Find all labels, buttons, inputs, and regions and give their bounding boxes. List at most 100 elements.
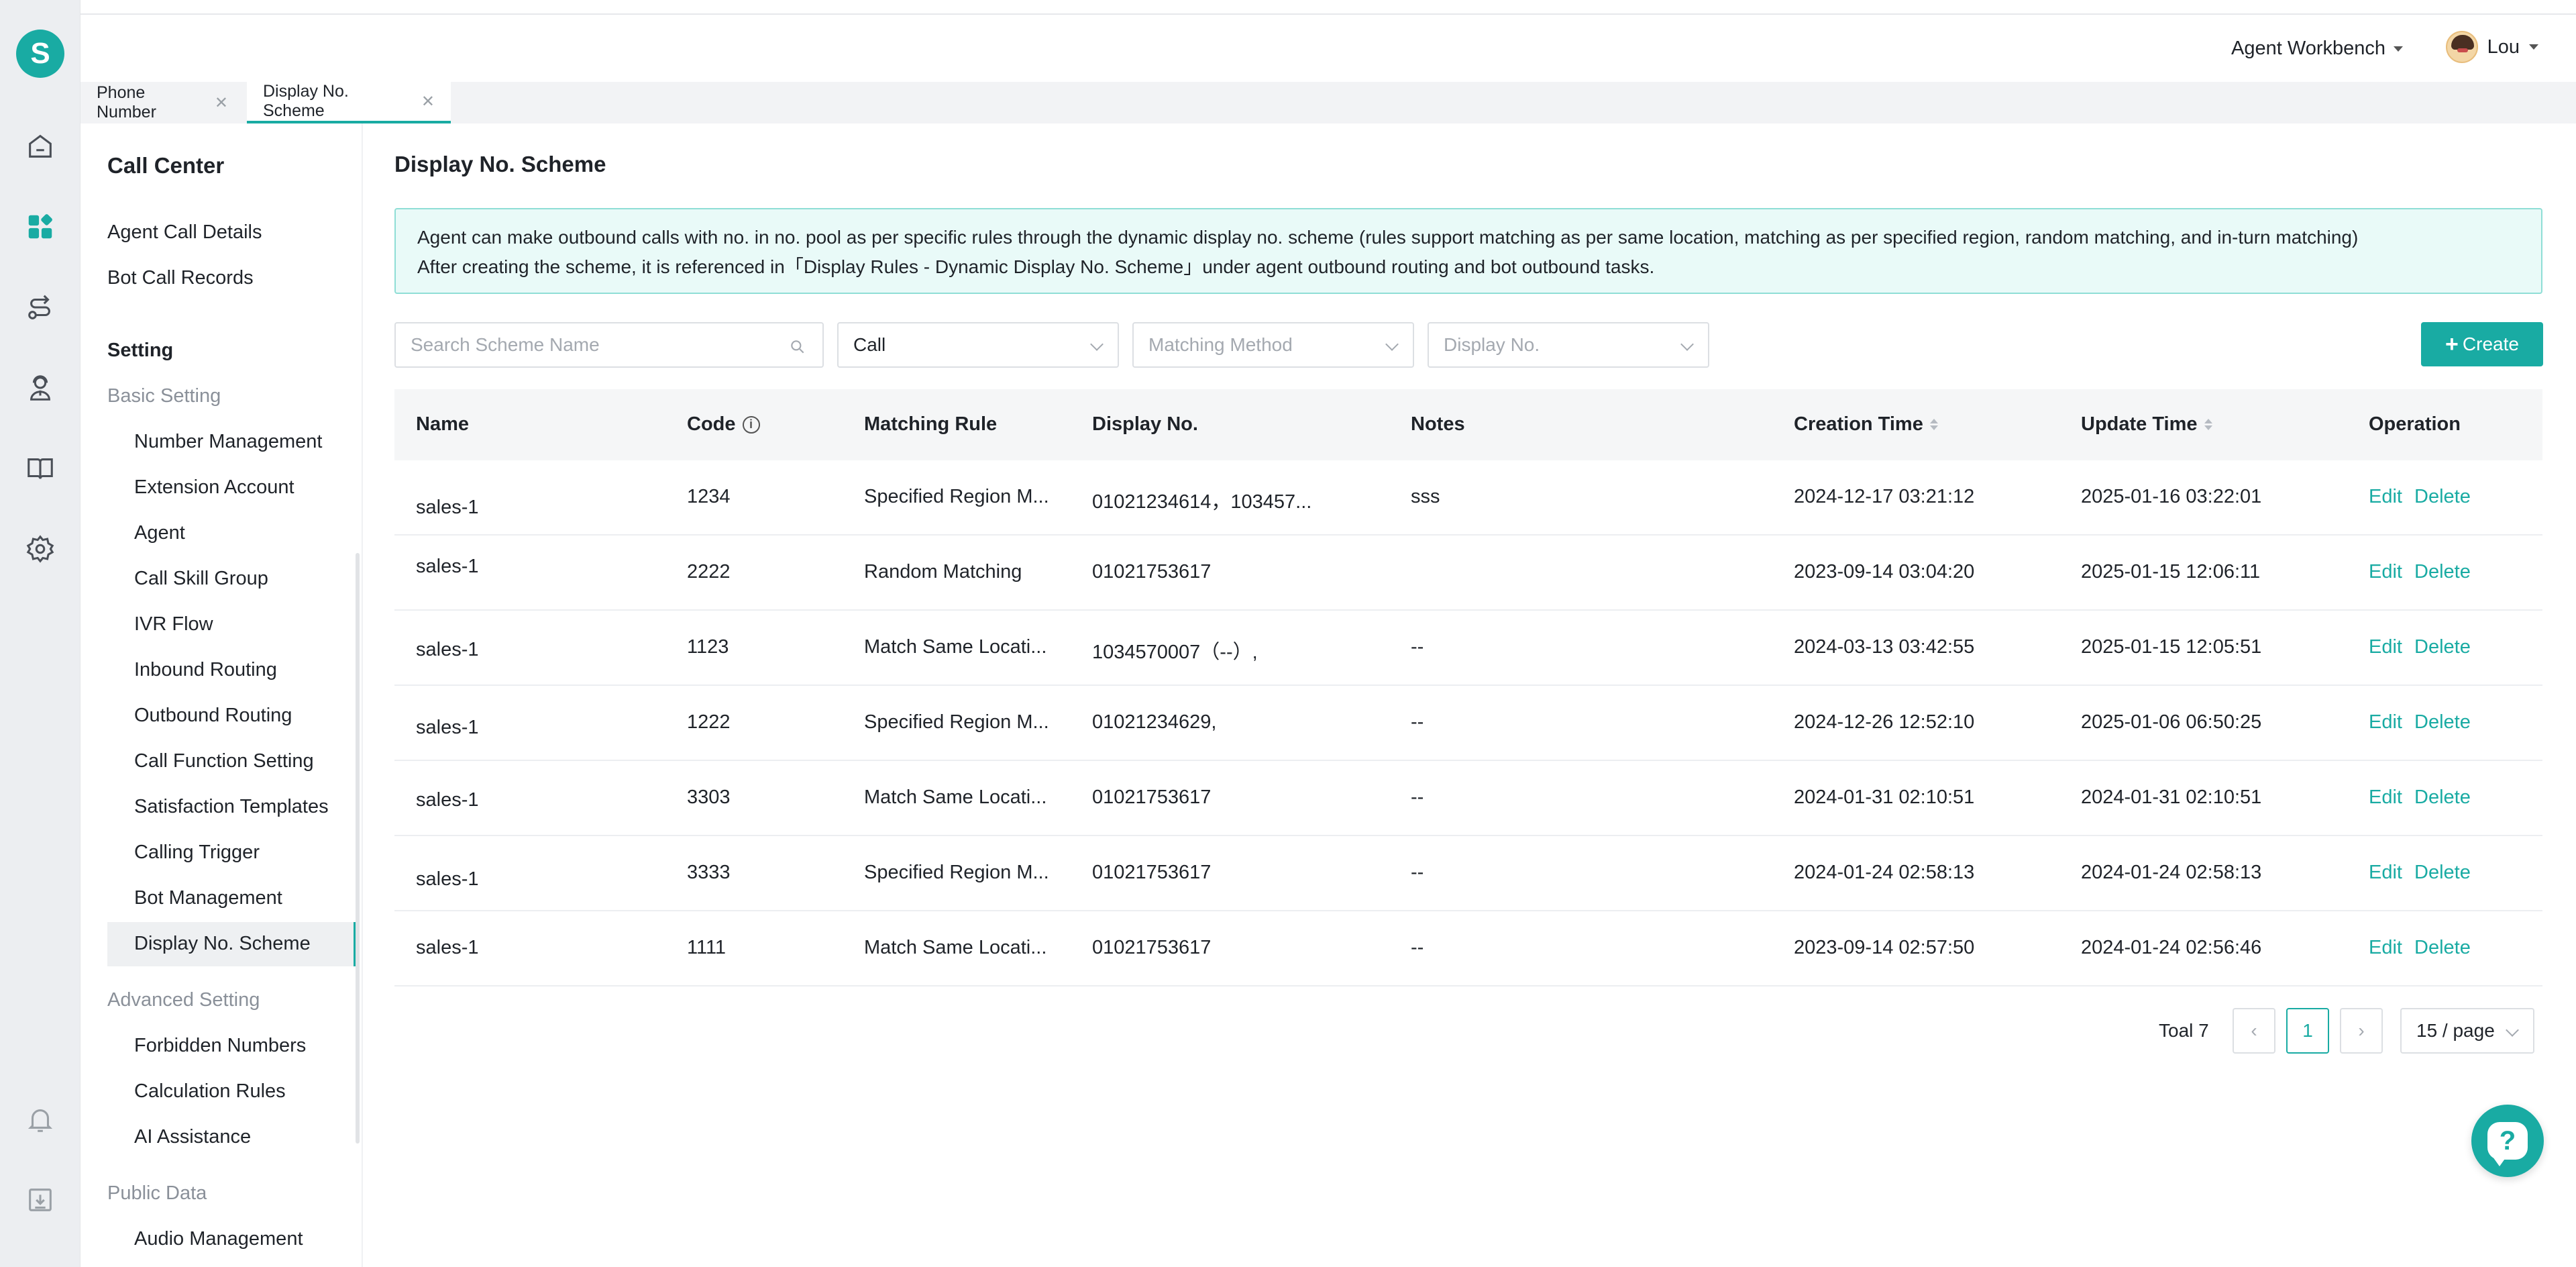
sidebar: Call Center Agent Call Details Bot Call …	[80, 123, 362, 1267]
cell-code: 3333	[687, 862, 731, 883]
cell-display-no: 01021753617	[1092, 862, 1212, 883]
edit-link[interactable]: Edit	[2369, 486, 2402, 508]
prev-page-button[interactable]: ‹	[2233, 1008, 2275, 1054]
cell-code: 2222	[687, 561, 731, 582]
sidebar-group-public-data[interactable]: Public Data	[107, 1182, 207, 1205]
sidebar-group-basic[interactable]: Basic Setting	[107, 385, 221, 407]
sidebar-item-call-skill-group[interactable]: Call Skill Group	[134, 568, 268, 590]
sort-icon[interactable]	[2204, 419, 2212, 430]
cell-name: sales-1	[416, 717, 479, 738]
table-row: sales-1 2222 Random Matching 01021753617 202…	[394, 536, 2542, 611]
delete-link[interactable]: Delete	[2414, 937, 2471, 959]
edit-link[interactable]: Edit	[2369, 787, 2402, 809]
sidebar-item-extension-account[interactable]: Extension Account	[134, 476, 294, 499]
search-input[interactable]: Search Scheme Name	[394, 322, 824, 368]
main-content: Display No. Scheme Agent can make outbou…	[363, 123, 2576, 1267]
cell-matching-rule: Specified Region M...	[864, 486, 1049, 507]
route-icon[interactable]	[24, 291, 56, 323]
sidebar-item-forbidden-numbers[interactable]: Forbidden Numbers	[134, 1035, 306, 1057]
page-size-select[interactable]: 15 / page	[2400, 1008, 2534, 1054]
tab-label: Phone Number	[97, 83, 156, 121]
sidebar-item-calling-trigger[interactable]: Calling Trigger	[134, 842, 260, 864]
call-type-select[interactable]: Call	[837, 322, 1119, 368]
tab-display-no-scheme[interactable]: Display No. Scheme ✕	[247, 82, 451, 123]
column-label: Display No.	[1092, 413, 1198, 435]
delete-link[interactable]: Delete	[2414, 787, 2471, 809]
cell-creation-time: 2023-09-14 02:57:50	[1794, 937, 1975, 958]
sort-icon[interactable]	[1929, 419, 1938, 430]
sidebar-item-bot-call-records[interactable]: Bot Call Records	[107, 267, 254, 289]
close-icon[interactable]: ✕	[421, 92, 435, 111]
display-no-placeholder: Display No.	[1444, 334, 1540, 355]
sidebar-group-advanced[interactable]: Advanced Setting	[107, 989, 260, 1011]
delete-link[interactable]: Delete	[2414, 862, 2471, 884]
plus-icon: +	[2445, 331, 2459, 357]
sidebar-item-number-management[interactable]: Number Management	[134, 431, 322, 453]
next-page-button[interactable]: ›	[2340, 1008, 2383, 1054]
agent-icon[interactable]	[24, 372, 56, 404]
download-icon[interactable]	[24, 1184, 56, 1216]
chevron-down-icon	[2394, 46, 2403, 52]
edit-link[interactable]: Edit	[2369, 636, 2402, 658]
table-row: sales-1 1222 Specified Region M... 01021234…	[394, 686, 2542, 761]
scheme-table: Name Code i Matching Rule Display No. Not…	[394, 389, 2542, 986]
cell-code: 1222	[687, 711, 731, 733]
dashboard-icon[interactable]	[24, 211, 56, 243]
cell-display-no: 01021234629,	[1092, 711, 1217, 733]
edit-link[interactable]: Edit	[2369, 937, 2402, 959]
sidebar-item-ivr-flow[interactable]: IVR Flow	[134, 613, 213, 636]
sidebar-item-satisfaction-templates[interactable]: Satisfaction Templates	[134, 796, 329, 818]
gear-icon[interactable]	[24, 533, 56, 565]
user-menu[interactable]: Lou	[2445, 31, 2538, 63]
delete-link[interactable]: Delete	[2414, 711, 2471, 733]
cell-code: 1234	[687, 486, 731, 507]
cell-update-time: 2024-01-24 02:58:13	[2081, 862, 2262, 883]
column-header-update-time[interactable]: Update Time	[2081, 413, 2212, 436]
sidebar-item-call-function-setting[interactable]: Call Function Setting	[134, 750, 314, 772]
edit-link[interactable]: Edit	[2369, 862, 2402, 884]
home-icon[interactable]	[24, 130, 56, 162]
header-bar: Agent Workbench Lou	[80, 15, 2576, 82]
sidebar-item-audio-management[interactable]: Audio Management	[134, 1228, 303, 1250]
chevron-down-icon	[1385, 338, 1399, 351]
sidebar-item-ai-assistance[interactable]: AI Assistance	[134, 1126, 251, 1148]
edit-link[interactable]: Edit	[2369, 711, 2402, 733]
table-row: sales-1 1123 Match Same Locati... 103457000…	[394, 611, 2542, 686]
left-rail: S	[0, 0, 80, 1267]
app-logo[interactable]: S	[16, 30, 64, 78]
column-header-creation-time[interactable]: Creation Time	[1794, 413, 1938, 436]
delete-link[interactable]: Delete	[2414, 561, 2471, 583]
bell-icon[interactable]	[24, 1103, 56, 1135]
delete-link[interactable]: Delete	[2414, 486, 2471, 508]
cell-name: sales-1	[416, 789, 479, 811]
table-row: sales-1 1234 Specified Region M... 01021234…	[394, 460, 2542, 536]
column-header-matching-rule: Matching Rule	[864, 413, 997, 436]
page-number-button[interactable]: 1	[2286, 1008, 2329, 1054]
close-icon[interactable]: ✕	[215, 93, 228, 113]
search-icon[interactable]	[789, 338, 806, 356]
display-no-select[interactable]: Display No.	[1428, 322, 1709, 368]
cell-code: 1123	[687, 636, 729, 658]
sidebar-item-outbound-routing[interactable]: Outbound Routing	[134, 705, 292, 727]
sidebar-item-inbound-routing[interactable]: Inbound Routing	[134, 659, 277, 681]
sidebar-item-agent-call-details[interactable]: Agent Call Details	[107, 221, 262, 244]
sidebar-item-bot-management[interactable]: Bot Management	[134, 887, 282, 909]
edit-link[interactable]: Edit	[2369, 561, 2402, 583]
pagination: Toal 7 ‹ 1 › 15 / page	[2159, 1008, 2534, 1054]
cell-display-no: 01021753617	[1092, 937, 1212, 958]
matching-method-select[interactable]: Matching Method	[1132, 322, 1414, 368]
create-button[interactable]: + Create	[2421, 322, 2543, 366]
sidebar-item-display-no-scheme[interactable]: Display No. Scheme	[134, 933, 311, 955]
sidebar-scrollbar[interactable]	[356, 553, 360, 1144]
delete-link[interactable]: Delete	[2414, 636, 2471, 658]
book-icon[interactable]	[24, 452, 56, 485]
help-button[interactable]: ?	[2471, 1105, 2544, 1177]
agent-workbench-dropdown[interactable]: Agent Workbench	[2231, 38, 2403, 60]
sidebar-item-calculation-rules[interactable]: Calculation Rules	[134, 1080, 286, 1103]
cell-notes: --	[1411, 937, 1424, 958]
info-icon[interactable]: i	[742, 415, 760, 434]
sidebar-item-agent[interactable]: Agent	[134, 522, 185, 544]
cell-creation-time: 2024-01-24 02:58:13	[1794, 862, 1975, 883]
tab-phone-number[interactable]: Phone Number ✕	[80, 82, 244, 123]
notice-line-1: Agent can make outbound calls with no. i…	[417, 227, 2359, 248]
